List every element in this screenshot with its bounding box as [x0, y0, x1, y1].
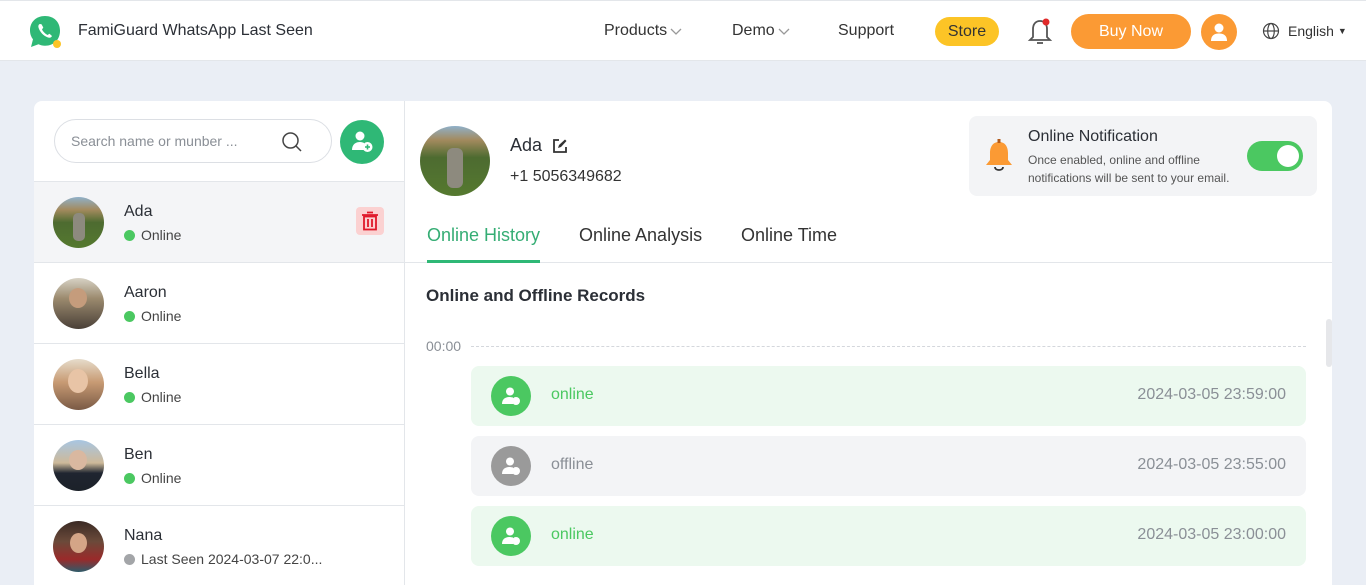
- contact-avatar: [53, 197, 104, 248]
- record-state: offline: [551, 456, 594, 473]
- contact-item[interactable]: Ben Online: [34, 424, 404, 505]
- contact-status: Online: [124, 308, 181, 324]
- records-scrollbar[interactable]: [1326, 319, 1332, 367]
- user-status-icon: [491, 446, 531, 486]
- tab-online-history[interactable]: Online History: [427, 225, 541, 263]
- trash-icon: [362, 211, 378, 231]
- record-item: online 2024-03-05 23:00:00: [471, 506, 1306, 566]
- profile-name: Ada: [510, 135, 568, 156]
- user-account-button[interactable]: [1201, 14, 1237, 50]
- contact-name: Bella: [124, 365, 160, 382]
- buy-now-button[interactable]: Buy Now: [1071, 14, 1191, 49]
- tab-bar: Online History Online Analysis Online Ti…: [405, 219, 1332, 263]
- online-status-dot: [124, 472, 135, 484]
- store-button[interactable]: Store: [935, 17, 999, 46]
- nav-support-label: Support: [838, 22, 895, 39]
- contact-name: Ada: [124, 203, 153, 220]
- whatsapp-logo-icon[interactable]: [27, 14, 63, 50]
- records-title: Online and Offline Records: [426, 286, 646, 305]
- contact-status-text: Last Seen 2024-03-07 22:0...: [141, 551, 323, 567]
- contact-list: Ada Online Aaron Online Bella Online Ben…: [34, 181, 404, 585]
- record-time: 2024-03-05 23:00:00: [1137, 526, 1286, 543]
- contact-status-text: Online: [141, 389, 182, 405]
- user-icon: [1211, 23, 1227, 41]
- user-status-icon: [491, 516, 531, 556]
- offline-status-dot: [124, 553, 135, 565]
- online-status-dot: [124, 391, 135, 403]
- record-state: online: [551, 386, 594, 403]
- delete-contact-button[interactable]: [356, 207, 384, 235]
- tab-online-time[interactable]: Online Time: [741, 225, 837, 263]
- search-icon[interactable]: [281, 131, 303, 153]
- top-header: FamiGuard WhatsApp Last Seen Products De…: [0, 0, 1366, 61]
- main-panel: Ada Online Aaron: [34, 101, 1332, 585]
- notification-bell-icon[interactable]: [1027, 17, 1053, 47]
- profile-avatar: [420, 126, 490, 196]
- toggle-knob: [1277, 145, 1299, 167]
- user-status-icon: [491, 376, 531, 416]
- contact-avatar: [53, 359, 104, 410]
- contact-item[interactable]: Ada Online: [34, 181, 404, 262]
- contact-status-text: Online: [141, 470, 182, 486]
- app-title: FamiGuard WhatsApp Last Seen: [78, 22, 313, 39]
- search-box[interactable]: [54, 119, 332, 163]
- bell-icon: [986, 139, 1012, 171]
- chevron-down-icon: [778, 28, 790, 35]
- profile-name-text: Ada: [510, 135, 543, 155]
- search-input[interactable]: [71, 133, 271, 149]
- nav-support[interactable]: Support: [838, 22, 894, 40]
- contact-detail: Ada +1 5056349682 Online Notification On…: [405, 101, 1332, 585]
- contact-status: Online: [124, 227, 181, 243]
- contact-status-text: Online: [141, 308, 182, 324]
- edit-icon[interactable]: [552, 138, 568, 154]
- add-user-icon: [352, 131, 373, 152]
- chevron-down-icon: [670, 28, 682, 35]
- record-state: online: [551, 526, 594, 543]
- contact-status: Online: [124, 470, 181, 486]
- notification-toggle[interactable]: [1247, 141, 1303, 171]
- nav-demo[interactable]: Demo: [732, 22, 790, 40]
- contact-item[interactable]: Aaron Online: [34, 262, 404, 343]
- record-time: 2024-03-05 23:55:00: [1137, 456, 1286, 473]
- online-status-dot: [124, 310, 135, 322]
- online-notification-card: Online Notification Once enabled, online…: [969, 116, 1317, 196]
- nav-products-label: Products: [604, 22, 668, 39]
- record-item: online 2024-03-05 23:59:00: [471, 366, 1306, 426]
- contacts-sidebar: Ada Online Aaron: [34, 101, 405, 585]
- nav-demo-label: Demo: [732, 22, 775, 39]
- globe-icon: [1262, 22, 1280, 40]
- contact-item[interactable]: Nana Last Seen 2024-03-07 22:0...: [34, 505, 404, 585]
- time-axis-label: 00:00: [426, 338, 462, 354]
- profile-phone: +1 5056349682: [510, 168, 622, 185]
- record-item: offline 2024-03-05 23:55:00: [471, 436, 1306, 496]
- nav-products[interactable]: Products: [604, 22, 682, 40]
- contact-avatar: [53, 440, 104, 491]
- contact-status-text: Online: [141, 227, 182, 243]
- language-label: English: [1288, 23, 1334, 39]
- caret-down-icon: ▼: [1337, 26, 1347, 36]
- contact-status: Online: [124, 389, 181, 405]
- time-divider: [471, 345, 1306, 347]
- contact-item[interactable]: Bella Online: [34, 343, 404, 424]
- contact-status: Last Seen 2024-03-07 22:0...: [124, 551, 322, 567]
- online-status-dot: [124, 229, 135, 241]
- notification-title: Online Notification: [1028, 128, 1158, 145]
- contact-name: Nana: [124, 527, 163, 544]
- language-selector[interactable]: English ▼: [1262, 22, 1347, 40]
- add-contact-button[interactable]: [340, 120, 384, 164]
- contact-avatar: [53, 521, 104, 572]
- time-axis: 00:00: [426, 338, 1306, 354]
- notification-description: Once enabled, online and offline notific…: [1028, 153, 1230, 185]
- records-list: online 2024-03-05 23:59:00 offline 2024-…: [471, 366, 1306, 576]
- contact-avatar: [53, 278, 104, 329]
- tab-online-analysis[interactable]: Online Analysis: [579, 225, 702, 263]
- record-time: 2024-03-05 23:59:00: [1137, 386, 1286, 403]
- contact-name: Ben: [124, 446, 153, 463]
- contact-name: Aaron: [124, 284, 167, 301]
